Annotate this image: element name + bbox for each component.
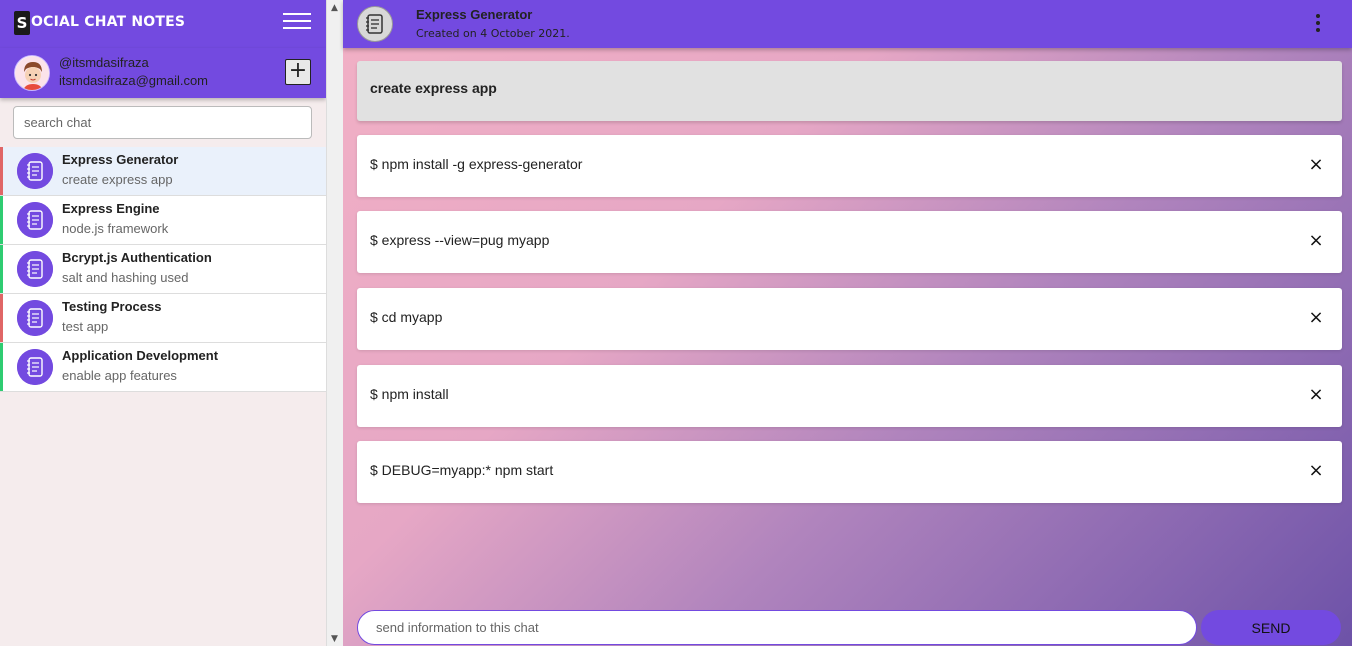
chat-item-subtitle: create express app: [62, 172, 173, 187]
chat-list-item[interactable]: Express Generator create express app: [0, 147, 326, 196]
chat-header: Express Generator Created on 4 October 2…: [343, 0, 1352, 48]
profile-bar: @itsmdasifraza itsmdasifraza@gmail.com +: [0, 48, 326, 98]
profile-email: itsmdasifraza@gmail.com: [59, 73, 209, 88]
send-button[interactable]: SEND: [1201, 610, 1341, 645]
chat-list: Express Generator create express app Expre…: [0, 147, 326, 392]
message-text: $ express --view=pug myapp: [370, 232, 550, 248]
message-card: $ npm install -g express-generator ×: [357, 135, 1342, 197]
message-text: $ cd myapp: [370, 309, 443, 325]
chat-status-bar: [0, 343, 3, 391]
avatar: [14, 55, 50, 91]
chat-status-bar: [0, 147, 3, 195]
delete-icon[interactable]: ×: [1307, 307, 1325, 329]
chat-main: Express Generator Created on 4 October 2…: [343, 0, 1352, 646]
message-text: $ npm install -g express-generator: [370, 156, 583, 172]
notebook-icon: [17, 153, 53, 189]
search-wrap: [13, 106, 312, 139]
chat-item-subtitle: salt and hashing used: [62, 270, 189, 285]
delete-icon[interactable]: ×: [1307, 384, 1325, 406]
search-input[interactable]: [13, 106, 312, 139]
message-card: $ DEBUG=myapp:* npm start ×: [357, 441, 1342, 503]
chat-status-bar: [0, 245, 3, 293]
chat-item-title: Express Generator: [62, 152, 179, 167]
scroll-up-icon[interactable]: ▲: [331, 3, 338, 13]
note-title: create express app: [370, 80, 497, 96]
notebook-icon: [357, 6, 393, 42]
chat-item-title: Application Development: [62, 348, 219, 363]
notebook-icon: [17, 300, 53, 336]
message-text: $ npm install: [370, 386, 449, 402]
message-card: $ express --view=pug myapp ×: [357, 211, 1342, 273]
chat-status-bar: [0, 196, 3, 244]
hamburger-icon[interactable]: [283, 13, 311, 33]
chat-item-subtitle: test app: [62, 319, 109, 334]
chat-list-item[interactable]: Bcrypt.js Authentication salt and hashing…: [0, 245, 326, 294]
chat-item-subtitle: node.js framework: [62, 221, 169, 236]
brand-title: OCIAL CHAT NOTES: [31, 14, 186, 30]
note-title-card: create express app: [357, 61, 1342, 121]
chat-item-subtitle: enable app features: [62, 368, 177, 383]
chat-item-title: Bcrypt.js Authentication: [62, 250, 212, 265]
notebook-icon: [17, 349, 53, 385]
chat-title: Express Generator: [416, 7, 533, 22]
message-input[interactable]: [357, 610, 1197, 645]
delete-icon[interactable]: ×: [1307, 460, 1325, 482]
brand-logo: S: [14, 11, 30, 35]
delete-icon[interactable]: ×: [1307, 154, 1325, 176]
profile-username: @itsmdasifraza: [59, 55, 149, 70]
message-card: $ npm install ×: [357, 365, 1342, 427]
chat-created-date: Created on 4 October 2021.: [416, 27, 570, 40]
more-options-icon[interactable]: [1310, 14, 1326, 34]
chat-item-title: Testing Process: [62, 299, 162, 314]
sidebar-scrollbar[interactable]: ▲ ▼: [326, 0, 343, 646]
sidebar: S OCIAL CHAT NOTES @itsmdasifraza itsmda…: [0, 0, 326, 646]
notebook-icon: [17, 202, 53, 238]
chat-item-title: Express Engine: [62, 201, 160, 216]
notebook-icon: [17, 251, 53, 287]
chat-list-item[interactable]: Express Engine node.js framework: [0, 196, 326, 245]
message-card: $ cd myapp ×: [357, 288, 1342, 350]
chat-list-item[interactable]: Application Development enable app featur…: [0, 343, 326, 392]
chat-status-bar: [0, 294, 3, 342]
scroll-down-icon[interactable]: ▼: [331, 634, 338, 644]
brand-bar: S OCIAL CHAT NOTES: [0, 0, 326, 48]
chat-list-item[interactable]: Testing Process test app: [0, 294, 326, 343]
message-text: $ DEBUG=myapp:* npm start: [370, 462, 554, 478]
add-chat-button[interactable]: +: [285, 59, 311, 85]
delete-icon[interactable]: ×: [1307, 230, 1325, 252]
